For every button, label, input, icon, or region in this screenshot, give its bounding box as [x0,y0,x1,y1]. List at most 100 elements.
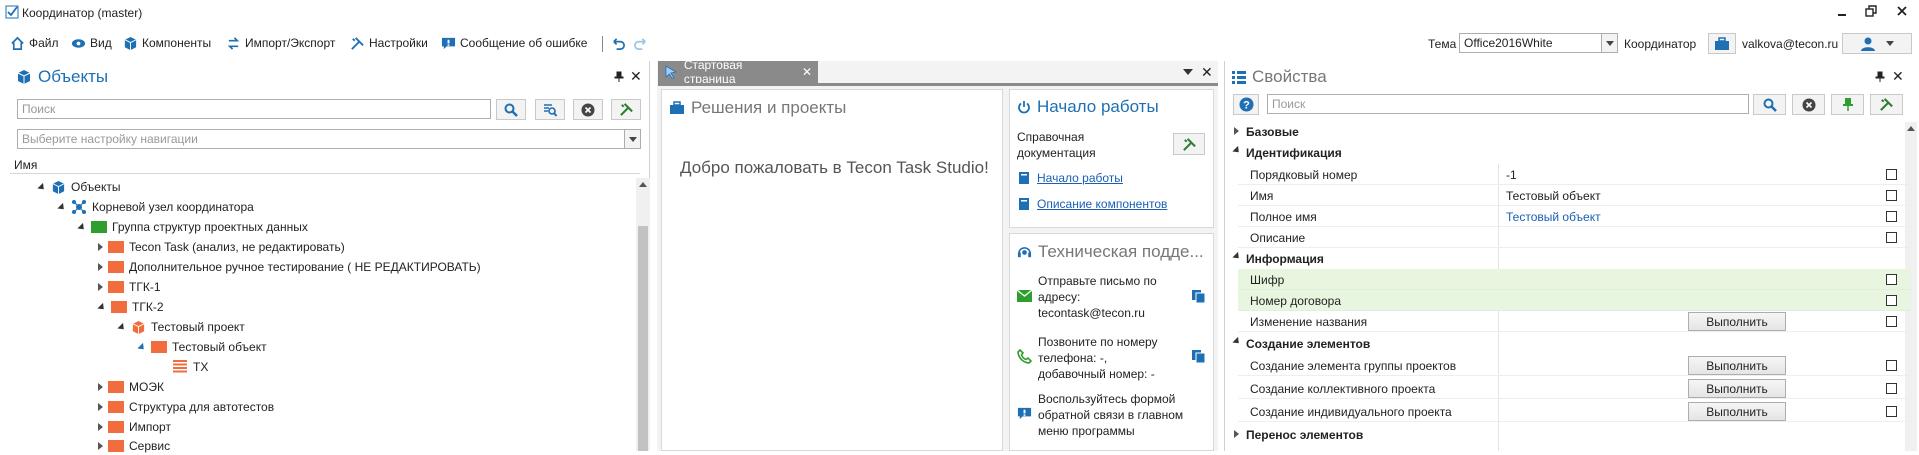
tree-item[interactable]: Объекты [37,178,121,196]
group-info[interactable]: Информация [1230,248,1911,269]
tools-button[interactable] [611,99,641,120]
tree-item[interactable]: Сервис [98,437,170,455]
pin-filter-button[interactable] [1831,94,1864,115]
collapse-icon[interactable] [1232,251,1242,262]
run-button[interactable]: Выполнить [1688,356,1786,375]
prop-checkbox[interactable] [1886,383,1897,394]
tree-scrollbar[interactable] [636,178,650,451]
expand-icon[interactable] [98,383,103,391]
close-tab-icon[interactable]: ✕ [802,65,812,79]
expand-icon[interactable] [1234,430,1239,438]
group-basic[interactable]: Базовые [1230,121,1911,142]
scroll-up-icon[interactable] [639,182,647,187]
menu-file[interactable]: Файл [10,34,59,52]
link-start-row[interactable]: Начало работы [1017,171,1123,185]
tree-item[interactable]: Дополнительное ручное тестирование ( НЕ … [98,258,481,276]
theme-select[interactable]: Office2016White [1459,33,1618,53]
tree-item[interactable]: Корневой узел координатора [57,198,254,216]
user-menu-button[interactable] [1842,33,1912,54]
prop-row-order[interactable]: Порядковый номер -1 [1238,164,1911,185]
close-window-icon[interactable] [1895,4,1909,18]
collapse-icon[interactable] [137,342,147,352]
tree-item[interactable]: Tecon Task (анализ, не редактировать) [98,238,345,256]
tree-column-header[interactable]: Имя [10,154,640,174]
link-start[interactable]: Начало работы [1037,171,1123,185]
collapse-icon[interactable] [37,182,47,192]
close-objects-panel-icon[interactable]: ✕ [630,69,642,83]
expand-icon[interactable] [98,423,103,431]
search-button[interactable] [496,99,526,120]
prop-checkbox[interactable] [1886,190,1897,201]
collapse-icon[interactable] [77,222,87,232]
prop-checkbox[interactable] [1886,211,1897,222]
help-button[interactable]: ? [1233,94,1259,115]
menu-report-bug[interactable]: Сообщение об ошибке [441,34,587,52]
tree-item[interactable]: Тестовый объект [137,338,267,356]
close-document-icon[interactable]: ✕ [1201,65,1213,79]
tree-item[interactable]: Структура для автотестов [98,398,274,416]
run-button[interactable]: Выполнить [1688,312,1786,331]
menu-settings[interactable]: Настройки [350,34,428,52]
collapse-icon[interactable] [57,202,67,212]
expand-icon[interactable] [98,403,103,411]
chevron-down-icon[interactable] [624,130,640,148]
copy-icon[interactable] [1191,289,1206,304]
copy-icon[interactable] [1191,349,1206,364]
collapse-icon[interactable] [97,302,107,312]
prop-checkbox[interactable] [1886,406,1897,417]
group-create[interactable]: Создание элементов [1230,333,1911,354]
docs-tools-button[interactable] [1173,133,1205,155]
group-move[interactable]: Перенос элементов [1230,424,1911,445]
tree-item[interactable]: Группа структур проектных данных [77,218,308,236]
advanced-search-button[interactable] [535,99,565,120]
prop-row-cipher[interactable]: Шифр [1238,269,1911,290]
prop-checkbox[interactable] [1886,295,1897,306]
nav-settings-select[interactable]: Выберите настройку навигации [17,129,641,149]
prop-row-contract[interactable]: Номер договора [1238,290,1911,311]
close-properties-panel-icon[interactable]: ✕ [1892,69,1904,83]
tree-item[interactable]: МОЭК [98,378,164,396]
pin-icon[interactable] [614,71,624,83]
pin-icon[interactable] [1875,71,1885,83]
properties-search-input[interactable]: Поиск [1267,94,1749,114]
expand-icon[interactable] [1234,127,1239,135]
expand-icon[interactable] [98,283,103,291]
prop-checkbox[interactable] [1886,274,1897,285]
prop-checkbox[interactable] [1886,360,1897,371]
prop-row-rename[interactable]: Изменение названия Выполнить [1238,311,1911,332]
expand-icon[interactable] [98,442,103,450]
prop-checkbox[interactable] [1886,316,1897,327]
tree-item[interactable]: ТХ [172,358,208,376]
properties-search-button[interactable] [1753,94,1786,115]
properties-clear-button[interactable] [1792,94,1825,115]
prop-checkbox[interactable] [1886,169,1897,180]
tab-dropdown-icon[interactable] [1183,69,1193,75]
redo-icon[interactable] [633,36,648,51]
prop-row-create-group[interactable]: Создание элемента группы проектов Выполн… [1238,355,1911,376]
prop-row-fullname[interactable]: Полное имя Тестовый объект [1238,206,1911,227]
properties-tools-button[interactable] [1870,94,1903,115]
menu-components[interactable]: Компоненты [123,34,211,52]
objects-search-input[interactable]: Поиск [17,99,491,119]
tab-start-page[interactable]: Стартовая страница ✕ [658,58,818,86]
prop-row-create-individual[interactable]: Создание индивидуального проекта Выполни… [1238,401,1911,422]
tree-item[interactable]: Импорт [98,418,171,436]
tree-item[interactable]: ТГК-2 [97,298,164,316]
collapse-icon[interactable] [1232,145,1242,156]
prop-row-description[interactable]: Описание [1238,227,1911,248]
prop-row-name[interactable]: Имя Тестовый объект [1238,185,1911,206]
briefcase-button[interactable] [1708,33,1736,54]
group-identification[interactable]: Идентификация [1230,142,1911,163]
tree-item[interactable]: ТГК-1 [98,278,161,296]
menu-view[interactable]: Вид [71,34,112,52]
scrollbar-thumb[interactable] [638,226,648,451]
collapse-icon[interactable] [1232,336,1242,347]
restore-icon[interactable] [1864,4,1878,18]
undo-icon[interactable] [611,36,626,51]
tree-item[interactable]: Тестовый проект [117,318,245,336]
run-button[interactable]: Выполнить [1688,402,1786,421]
prop-value-link[interactable]: Тестовый объект [1506,210,1601,224]
prop-row-create-collective[interactable]: Создание коллективного проекта Выполнить [1238,378,1911,399]
link-components-row[interactable]: Описание компонентов [1017,197,1167,211]
prop-value[interactable]: -1 [1506,168,1517,182]
